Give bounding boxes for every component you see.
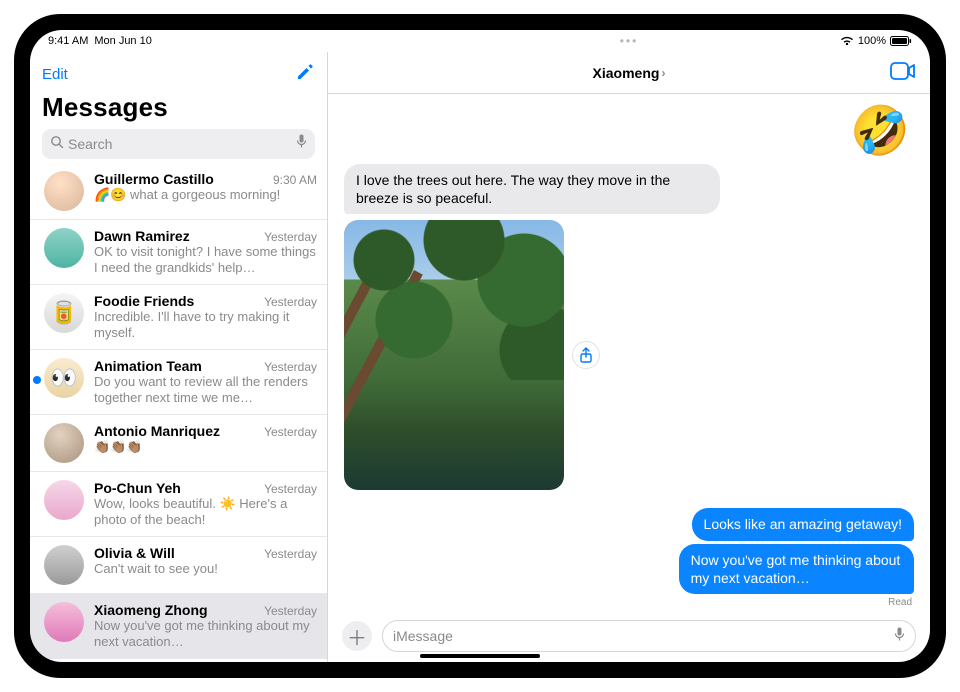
avatar [44, 423, 84, 463]
edit-button[interactable]: Edit [42, 66, 68, 83]
avatar [44, 480, 84, 520]
page-title: Messages [42, 90, 315, 129]
avatar [44, 545, 84, 585]
list-item[interactable]: Dawn Ramirez Yesterday OK to visit tonigh… [30, 220, 327, 285]
message-preview: Can't wait to see you! [94, 561, 317, 577]
contact-title: Xiaomeng [593, 65, 660, 81]
status-bar: 9:41 AM Mon Jun 10 100% [30, 30, 930, 52]
message-preview: Now you've got me thinking about my next… [94, 618, 317, 650]
list-item[interactable]: Xiaomeng Zhong Yesterday Now you've got m… [30, 594, 327, 659]
outgoing-message[interactable]: Looks like an amazing getaway! [692, 508, 914, 540]
timestamp: Yesterday [264, 230, 317, 244]
list-item[interactable]: Antonio Manriquez Yesterday 👏🏽👏🏽👏🏽 [30, 415, 327, 472]
search-placeholder: Search [64, 136, 296, 152]
contact-name: Animation Team [94, 358, 202, 374]
outgoing-message[interactable]: Now you've got me thinking about my next… [679, 544, 914, 594]
avatar [44, 171, 84, 211]
message-preview: Do you want to review all the renders to… [94, 374, 317, 406]
read-receipt: Read [888, 597, 912, 608]
home-indicator[interactable] [420, 654, 540, 658]
message-preview: 🌈😊 what a gorgeous morning! [94, 187, 317, 203]
conversation-header: Xiaomeng › [328, 52, 930, 94]
avatar [44, 228, 84, 268]
contact-name: Dawn Ramirez [94, 228, 190, 244]
conversation-list: Guillermo Castillo 9:30 AM 🌈😊 what a gorg… [30, 163, 327, 662]
list-item[interactable]: Po-Chun Yeh Yesterday Wow, looks beautifu… [30, 472, 327, 537]
timestamp: 9:30 AM [273, 173, 317, 187]
message-preview: OK to visit tonight? I have some things … [94, 244, 317, 276]
battery-icon [890, 36, 912, 46]
chevron-right-icon: › [661, 66, 665, 80]
message-preview: 👏🏽👏🏽👏🏽 [94, 439, 317, 455]
contact-name: Xiaomeng Zhong [94, 602, 208, 618]
timestamp: Yesterday [264, 547, 317, 561]
timestamp: Yesterday [264, 482, 317, 496]
timestamp: Yesterday [264, 360, 317, 374]
list-item[interactable]: Guillermo Castillo 9:30 AM 🌈😊 what a gorg… [30, 163, 327, 220]
contact-name: Olivia & Will [94, 545, 175, 561]
message-preview: Wow, looks beautiful. ☀️ Here's a photo … [94, 496, 317, 528]
avatar: 🥫 [44, 293, 84, 333]
conversation-list-sidebar: Edit Messages Search [30, 52, 328, 662]
contact-name: Guillermo Castillo [94, 171, 214, 187]
timestamp: Yesterday [264, 604, 317, 618]
list-item[interactable]: 👀 Animation Team Yesterday Do you want to… [30, 350, 327, 415]
reaction-emoji: 🤣 [850, 108, 910, 156]
message-preview: Incredible. I'll have to try making it m… [94, 309, 317, 341]
compose-icon[interactable] [295, 62, 315, 87]
search-input[interactable]: Search [42, 129, 315, 159]
contact-name: Foodie Friends [94, 293, 194, 309]
compose-bar: ＋ iMessage [328, 614, 930, 662]
mic-icon[interactable] [296, 134, 307, 154]
contact-title-button[interactable]: Xiaomeng › [593, 65, 666, 81]
avatar [44, 602, 84, 642]
timestamp: Yesterday [264, 295, 317, 309]
unread-indicator [33, 376, 41, 384]
list-item[interactable]: 🥫 Foodie Friends Yesterday Incredible. I'… [30, 285, 327, 350]
message-placeholder: iMessage [393, 628, 894, 644]
message-input[interactable]: iMessage [382, 620, 916, 652]
mic-icon[interactable] [894, 627, 905, 645]
status-time: 9:41 AM [48, 35, 88, 47]
message-thread[interactable]: 🤣 I love the trees out here. The way the… [328, 94, 930, 614]
incoming-photo-attachment[interactable] [344, 220, 564, 490]
share-icon[interactable] [572, 341, 600, 369]
list-item[interactable]: Olivia & Will Yesterday Can't wait to see… [30, 537, 327, 594]
facetime-icon[interactable] [890, 62, 916, 85]
multitask-grabber[interactable]: ••• [620, 34, 639, 48]
search-icon [50, 135, 64, 154]
incoming-message[interactable]: I love the trees out here. The way they … [344, 164, 720, 214]
contact-name: Antonio Manriquez [94, 423, 220, 439]
timestamp: Yesterday [264, 425, 317, 439]
list-item[interactable]: Ashley RicoYesterday [30, 659, 327, 662]
plus-icon[interactable]: ＋ [342, 621, 372, 651]
photo-palm-trees [344, 220, 564, 490]
battery-percent: 100% [858, 35, 886, 47]
avatar: 👀 [44, 358, 84, 398]
conversation-pane: ••• Xiaomeng › 🤣 I love the trees out he… [328, 52, 930, 662]
status-date: Mon Jun 10 [94, 35, 151, 47]
contact-name: Po-Chun Yeh [94, 480, 181, 496]
wifi-icon [840, 36, 854, 46]
